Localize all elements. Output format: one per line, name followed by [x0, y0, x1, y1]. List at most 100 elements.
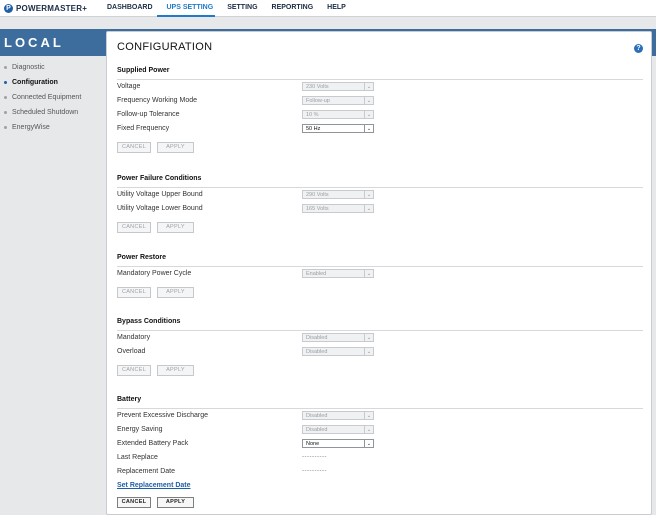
local-banner: LOCAL [0, 29, 104, 56]
bullet-icon [4, 81, 7, 84]
nav-dashboard[interactable]: DASHBOARD [100, 0, 160, 16]
button-row: CANCEL APPLY [117, 287, 643, 299]
chevron-down-icon: ⌄ [364, 270, 373, 277]
cancel-button: CANCEL [117, 142, 151, 153]
chevron-down-icon: ⌄ [364, 125, 373, 132]
setting-label: Extended Battery Pack [117, 440, 189, 447]
section-power-failure: Power Failure Conditions Utility Voltage… [117, 175, 643, 234]
setting-label: Overload [117, 348, 146, 355]
chevron-down-icon: ⌄ [364, 426, 373, 433]
power-cycle-select: Enabled ⌄ [302, 269, 374, 278]
setting-row: Prevent Excessive Discharge Disabled ⌄ [117, 409, 643, 423]
sidebar-item-label: Connected Equipment [12, 94, 82, 101]
sidebar-item-diagnostic[interactable]: Diagnostic [0, 60, 104, 75]
bypass-overload-select: Disabled ⌄ [302, 347, 374, 356]
chevron-down-icon: ⌄ [364, 412, 373, 419]
nav-help[interactable]: HELP [320, 0, 353, 16]
setting-label: Prevent Excessive Discharge [117, 412, 209, 419]
powermaster-logo-icon: P [4, 3, 13, 13]
setting-row: Overload Disabled ⌄ [117, 345, 643, 359]
sidebar-item-label: Scheduled Shutdown [12, 109, 79, 116]
setting-label: Fixed Frequency [117, 125, 170, 132]
bypass-mandatory-select: Disabled ⌄ [302, 333, 374, 342]
sidebar: Diagnostic Configuration Connected Equip… [0, 60, 104, 135]
setting-row: Utility Voltage Upper Bound 290 Volts ⌄ [117, 188, 643, 202]
energy-saving-select: Disabled ⌄ [302, 425, 374, 434]
setting-label: Follow-up Tolerance [117, 111, 180, 118]
button-row: CANCEL APPLY [117, 497, 643, 509]
section-title: Bypass Conditions [117, 318, 643, 331]
chevron-down-icon: ⌄ [364, 348, 373, 355]
chevron-down-icon: ⌄ [364, 334, 373, 341]
discharge-select: Disabled ⌄ [302, 411, 374, 420]
bullet-icon [4, 126, 7, 129]
bullet-icon [4, 111, 7, 114]
chevron-down-icon: ⌄ [364, 97, 373, 104]
configuration-panel: CONFIGURATION ? Supplied Power Voltage 2… [106, 31, 652, 515]
apply-button[interactable]: APPLY [157, 497, 194, 508]
setting-label: Replacement Date [117, 468, 175, 475]
setting-label: Utility Voltage Upper Bound [117, 191, 203, 198]
sidebar-item-label: Diagnostic [12, 64, 45, 71]
lower-bound-select: 165 Volts ⌄ [302, 204, 374, 213]
fixed-frequency-select[interactable]: 50 Hz ⌄ [302, 124, 374, 133]
sidebar-item-label: EnergyWise [12, 124, 50, 131]
setting-row: Extended Battery Pack None ⌄ [117, 437, 643, 451]
setting-row: Voltage 230 Volts ⌄ [117, 80, 643, 94]
apply-button: APPLY [157, 142, 194, 153]
chevron-down-icon: ⌄ [364, 83, 373, 90]
set-replacement-date-link[interactable]: Set Replacement Date [117, 482, 191, 489]
nav-ups-setting[interactable]: UPS SETTING [160, 0, 221, 16]
setting-row: Energy Saving Disabled ⌄ [117, 423, 643, 437]
cancel-button: CANCEL [117, 365, 151, 376]
section-title: Supplied Power [117, 67, 643, 80]
chevron-down-icon: ⌄ [364, 191, 373, 198]
nav-reporting[interactable]: REPORTING [265, 0, 321, 16]
section-power-restore: Power Restore Mandatory Power Cycle Enab… [117, 254, 643, 299]
setting-row: Frequency Working Mode Follow-up ⌄ [117, 94, 643, 108]
sidebar-item-energywise[interactable]: EnergyWise [0, 120, 104, 135]
cancel-button[interactable]: CANCEL [117, 497, 151, 508]
setting-label: Mandatory [117, 334, 151, 341]
bullet-icon [4, 66, 7, 69]
section-bypass: Bypass Conditions Mandatory Disabled ⌄ Ov… [117, 318, 643, 377]
help-icon[interactable]: ? [634, 44, 643, 53]
section-battery: Battery Prevent Excessive Discharge Disa… [117, 396, 643, 509]
setting-row: Replacement Date ---------- [117, 465, 643, 479]
setting-row: Last Replace ---------- [117, 451, 643, 465]
setting-row: Fixed Frequency 50 Hz ⌄ [117, 122, 643, 136]
battery-pack-select[interactable]: None ⌄ [302, 439, 374, 448]
page-title: CONFIGURATION [117, 41, 213, 53]
setting-label: Energy Saving [117, 426, 163, 433]
setting-label: Last Replace [117, 454, 158, 461]
brand-name: POWERMASTER+ [16, 3, 88, 13]
button-row: CANCEL APPLY [117, 222, 643, 234]
setting-row: Utility Voltage Lower Bound 165 Volts ⌄ [117, 202, 643, 216]
section-title: Power Failure Conditions [117, 175, 643, 188]
chevron-down-icon: ⌄ [364, 205, 373, 212]
main-nav: DASHBOARD UPS SETTING SETTING REPORTING … [100, 0, 353, 16]
sidebar-item-label: Configuration [12, 79, 58, 86]
section-title: Battery [117, 396, 643, 409]
link-row: Set Replacement Date [117, 479, 643, 493]
section-supplied-power: Supplied Power Voltage 230 Volts ⌄ Freque… [117, 67, 643, 154]
sidebar-item-scheduled-shutdown[interactable]: Scheduled Shutdown [0, 105, 104, 120]
cancel-button: CANCEL [117, 287, 151, 298]
active-nav-indicator [157, 15, 215, 17]
last-replace-value: ---------- [302, 454, 327, 460]
setting-label: Utility Voltage Lower Bound [117, 205, 203, 212]
nav-setting[interactable]: SETTING [220, 0, 264, 16]
replacement-date-value: ---------- [302, 468, 327, 474]
cancel-button: CANCEL [117, 222, 151, 233]
upper-bound-select: 290 Volts ⌄ [302, 190, 374, 199]
chevron-down-icon: ⌄ [364, 111, 373, 118]
apply-button: APPLY [157, 365, 194, 376]
sidebar-item-connected-equipment[interactable]: Connected Equipment [0, 90, 104, 105]
apply-button: APPLY [157, 287, 194, 298]
button-row: CANCEL APPLY [117, 365, 643, 377]
section-title: Power Restore [117, 254, 643, 267]
setting-row: Mandatory Disabled ⌄ [117, 331, 643, 345]
sidebar-item-configuration[interactable]: Configuration [0, 75, 104, 90]
tolerance-select: 10 % ⌄ [302, 110, 374, 119]
powermaster-logo[interactable]: P POWERMASTER+ [4, 3, 87, 13]
